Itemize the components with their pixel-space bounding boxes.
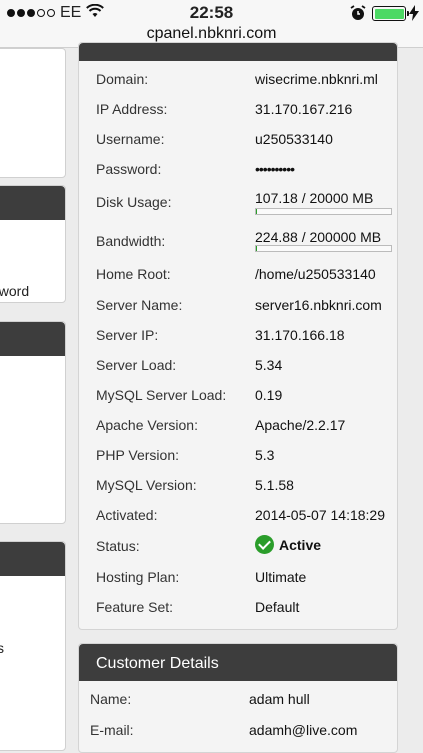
status-badge: Active: [255, 535, 321, 554]
mysql-version-value: 5.1.58: [255, 477, 294, 493]
ios-status-bar: EE 22:58: [0, 0, 423, 26]
mysql-server-load-label: MySQL Server Load:: [96, 387, 226, 403]
php-version-label: PHP Version:: [96, 447, 179, 463]
apache-version-label: Apache Version:: [96, 417, 198, 433]
alarm-clock-icon: [350, 5, 366, 21]
domain-label: Domain:: [96, 71, 148, 87]
hosting-plan-value: Ultimate: [255, 569, 306, 585]
server-load-value: 5.34: [255, 357, 282, 373]
status-value: Active: [279, 537, 321, 553]
sidebar-panel-top: [0, 48, 66, 178]
hosting-plan-label: Hosting Plan:: [96, 569, 179, 585]
customer-details-panel: Customer Details Name: adam hull E-mail:…: [78, 643, 398, 753]
bandwidth-progress-fill: [256, 246, 257, 251]
customer-email-label: E-mail:: [90, 722, 134, 738]
browser-top-bar: EE 22:58 cpanel.nbknri.com: [0, 0, 423, 48]
sidebar-panel-header: [0, 542, 65, 576]
charging-bolt-icon: [409, 5, 419, 21]
battery-icon: [372, 6, 406, 21]
disk-usage-value: 107.18 / 20000 MB: [255, 190, 373, 206]
mysql-server-load-value: 0.19: [255, 387, 282, 403]
bandwidth-label: Bandwidth:: [96, 233, 165, 249]
server-name-value: server16.nbknri.com: [255, 297, 382, 313]
disk-usage-progress-bar: [255, 208, 392, 215]
server-ip-label: Server IP:: [96, 327, 158, 343]
home-root-value: /home/u250533140: [255, 266, 376, 282]
sidebar-panel-header: [0, 322, 65, 356]
sidebar-link-fragment[interactable]: s: [0, 640, 4, 656]
customer-name-value: adam hull: [249, 691, 310, 707]
mysql-version-label: MySQL Version:: [96, 477, 197, 493]
username-value: u250533140: [255, 131, 333, 147]
username-label: Username:: [96, 131, 164, 147]
apache-version-value: Apache/2.2.17: [255, 417, 345, 433]
status-label: Status:: [96, 538, 140, 554]
activated-label: Activated:: [96, 507, 157, 523]
customer-email-value: adamh@live.com: [249, 722, 357, 738]
customer-details-title: Customer Details: [79, 644, 397, 681]
sidebar-panel-middle: l: [0, 321, 66, 524]
customer-name-label: Name:: [90, 691, 131, 707]
server-name-label: Server Name:: [96, 297, 182, 313]
activated-value: 2014-05-07 14:18:29: [255, 507, 385, 523]
sidebar-link-password[interactable]: eword: [0, 283, 29, 299]
sidebar-panel-header: [0, 186, 65, 220]
address-bar-url[interactable]: cpanel.nbknri.com: [0, 25, 423, 43]
bandwidth-value: 224.88 / 200000 MB: [255, 229, 381, 245]
disk-usage-label: Disk Usage:: [96, 194, 171, 210]
password-value: ••••••••••: [255, 161, 294, 177]
php-version-value: 5.3: [255, 447, 274, 463]
server-load-label: Server Load:: [96, 357, 176, 373]
disk-usage-progress-fill: [256, 209, 257, 214]
sidebar-panel-bottom: s: [0, 541, 66, 751]
home-root-label: Home Root:: [96, 266, 171, 282]
check-circle-icon: [255, 535, 274, 554]
bandwidth-progress-bar: [255, 245, 392, 252]
sidebar-panel-account: eword: [0, 185, 66, 303]
password-label: Password:: [96, 161, 161, 177]
account-details-panel: Domain: wisecrime.nbknri.ml IP Address: …: [78, 42, 398, 630]
feature-set-label: Feature Set:: [96, 599, 173, 615]
feature-set-value: Default: [255, 599, 299, 615]
ip-address-label: IP Address:: [96, 101, 167, 117]
account-panel-header: [79, 43, 397, 61]
ip-address-value: 31.170.167.216: [255, 101, 352, 117]
server-ip-value: 31.170.166.18: [255, 327, 345, 343]
domain-value: wisecrime.nbknri.ml: [255, 71, 378, 87]
